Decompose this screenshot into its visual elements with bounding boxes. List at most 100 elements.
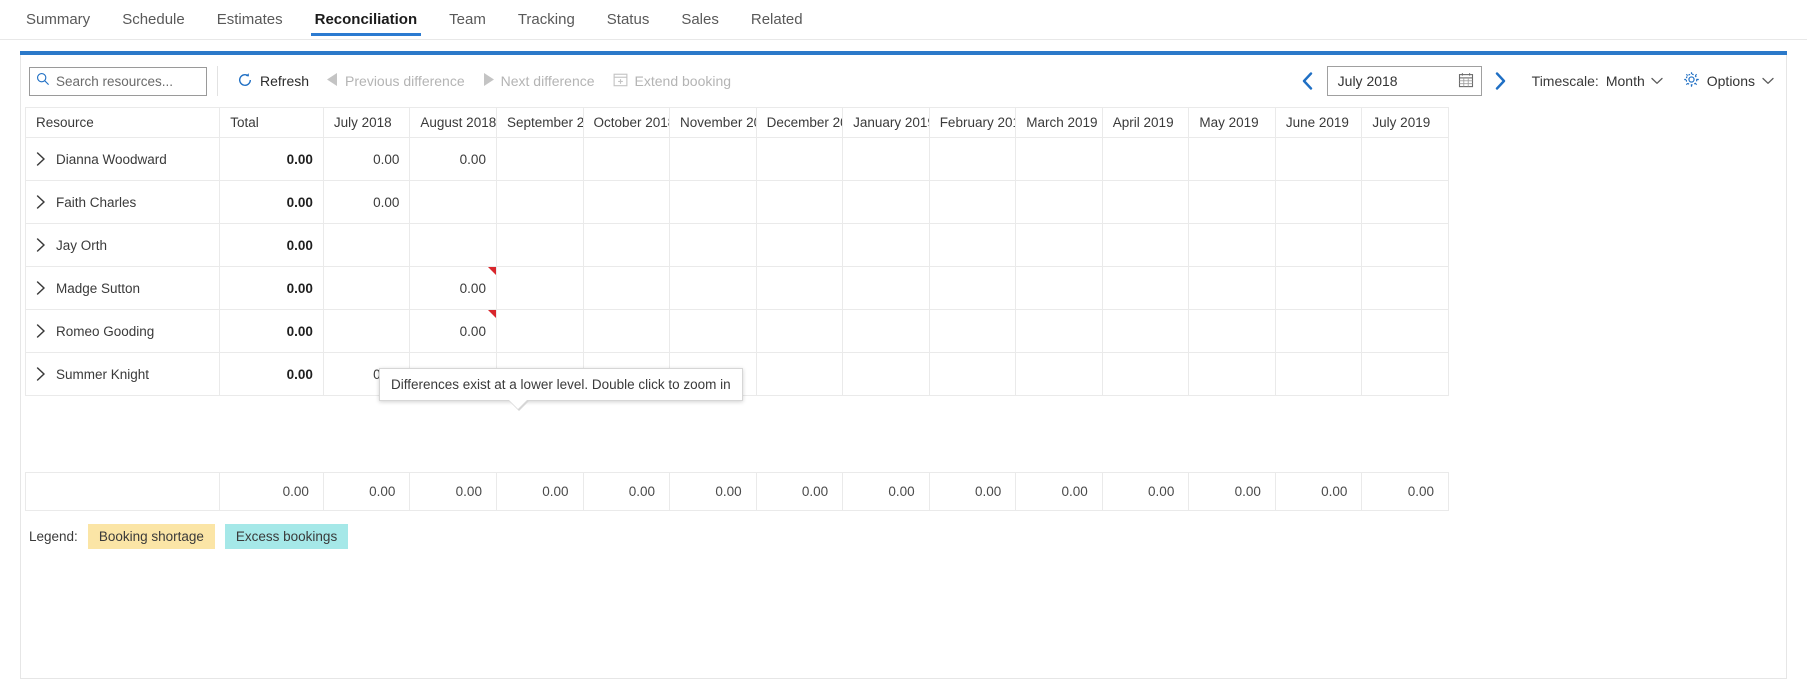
next-difference-button[interactable]: Next difference [474, 65, 604, 97]
period-cell[interactable] [1188, 137, 1276, 181]
period-cell[interactable] [669, 137, 757, 181]
tab-tracking[interactable]: Tracking [502, 0, 591, 40]
resource-cell[interactable]: Summer Knight [24, 352, 221, 396]
period-cell[interactable] [1101, 352, 1190, 396]
period-cell[interactable] [755, 180, 844, 224]
period-cell[interactable] [928, 309, 1017, 353]
period-cell[interactable] [1188, 352, 1276, 396]
period-cell[interactable] [582, 180, 671, 224]
period-cell[interactable] [755, 137, 844, 181]
period-cell[interactable] [495, 266, 584, 310]
period-cell[interactable] [1015, 180, 1103, 224]
chevron-right-icon[interactable] [36, 367, 46, 381]
previous-difference-button[interactable]: Previous difference [318, 65, 474, 97]
period-cell[interactable] [928, 180, 1017, 224]
period-cell[interactable] [669, 223, 757, 267]
tab-status[interactable]: Status [591, 0, 666, 40]
period-cell[interactable] [1188, 180, 1276, 224]
period-cell[interactable] [755, 266, 844, 310]
period-cell[interactable] [842, 137, 930, 181]
next-period-button[interactable] [1486, 65, 1516, 97]
period-cell[interactable] [322, 309, 411, 353]
period-cell[interactable] [1361, 180, 1449, 224]
period-cell[interactable] [1361, 352, 1449, 396]
period-cell[interactable] [755, 223, 844, 267]
resource-cell[interactable]: Romeo Gooding [24, 309, 221, 353]
period-cell[interactable] [1188, 266, 1276, 310]
period-cell[interactable] [1361, 137, 1449, 181]
resource-cell[interactable]: Jay Orth [24, 223, 221, 267]
period-cell[interactable] [928, 352, 1017, 396]
period-cell[interactable]: 0.00 [409, 309, 497, 353]
column-header-april-2019[interactable]: April 2019 [1101, 107, 1190, 138]
chevron-right-icon[interactable] [36, 281, 46, 295]
column-header-july-2018[interactable]: July 2018 [322, 107, 411, 138]
column-header-june-2019[interactable]: June 2019 [1274, 107, 1363, 138]
period-cell[interactable] [1101, 266, 1190, 310]
period-cell[interactable] [669, 309, 757, 353]
total-cell[interactable]: 0.00 [219, 352, 324, 396]
calendar-icon[interactable] [1458, 72, 1474, 91]
tab-related[interactable]: Related [735, 0, 819, 40]
table-row[interactable]: Dianna Woodward 0.00 0.00 0.00 [24, 137, 1449, 181]
column-header-march-2019[interactable]: March 2019 [1015, 107, 1103, 138]
period-cell[interactable] [1015, 266, 1103, 310]
period-cell[interactable] [1274, 352, 1363, 396]
column-header-august-2018[interactable]: August 2018 [409, 107, 497, 138]
period-cell[interactable] [928, 266, 1017, 310]
column-header-september-2018[interactable]: September 2018 [495, 107, 584, 138]
period-cell[interactable] [582, 137, 671, 181]
period-cell[interactable] [755, 352, 844, 396]
period-cell[interactable] [1274, 266, 1363, 310]
tab-schedule[interactable]: Schedule [106, 0, 201, 40]
options-button[interactable]: Options [1683, 71, 1774, 91]
column-header-january-2019[interactable]: January 2019 [842, 107, 930, 138]
period-cell[interactable] [842, 266, 930, 310]
period-cell[interactable] [1188, 309, 1276, 353]
period-cell[interactable] [1188, 223, 1276, 267]
period-cell[interactable] [669, 266, 757, 310]
previous-period-button[interactable] [1293, 65, 1323, 97]
period-cell[interactable] [928, 223, 1017, 267]
period-cell[interactable] [1101, 309, 1190, 353]
period-cell[interactable] [842, 352, 930, 396]
tab-reconciliation[interactable]: Reconciliation [299, 0, 434, 40]
period-cell[interactable] [928, 137, 1017, 181]
period-cell[interactable] [1274, 137, 1363, 181]
period-cell[interactable]: 0.00 [409, 266, 497, 310]
period-cell[interactable]: 0.00 [322, 180, 411, 224]
total-cell[interactable]: 0.00 [219, 309, 324, 353]
period-cell[interactable]: 0.00 [322, 137, 411, 181]
date-picker-input[interactable]: July 2018 [1326, 66, 1482, 96]
period-cell[interactable] [582, 266, 671, 310]
period-cell[interactable] [842, 223, 930, 267]
period-cell[interactable] [495, 309, 584, 353]
column-header-total[interactable]: Total [219, 107, 324, 138]
column-header-october-2018[interactable]: October 2018 [582, 107, 671, 138]
period-cell[interactable] [1361, 266, 1449, 310]
column-header-july-2019[interactable]: July 2019 [1361, 107, 1449, 138]
chevron-right-icon[interactable] [36, 238, 46, 252]
period-cell[interactable] [582, 223, 671, 267]
period-cell[interactable] [1101, 180, 1190, 224]
resource-cell[interactable]: Faith Charles [24, 180, 221, 224]
table-row[interactable]: Jay Orth 0.00 [24, 223, 1449, 267]
period-cell[interactable] [322, 223, 411, 267]
period-cell[interactable] [495, 223, 584, 267]
resource-cell[interactable]: Dianna Woodward [24, 137, 221, 181]
total-cell[interactable]: 0.00 [219, 180, 324, 224]
chevron-right-icon[interactable] [36, 324, 46, 338]
tab-sales[interactable]: Sales [665, 0, 735, 40]
tab-estimates[interactable]: Estimates [201, 0, 299, 40]
column-header-november-2018[interactable]: November 2018 [669, 107, 757, 138]
resource-cell[interactable]: Madge Sutton [24, 266, 221, 310]
column-header-may-2019[interactable]: May 2019 [1188, 107, 1276, 138]
total-cell[interactable]: 0.00 [219, 137, 324, 181]
period-cell[interactable] [409, 180, 497, 224]
extend-booking-button[interactable]: Extend booking [604, 65, 741, 97]
period-cell[interactable] [1015, 137, 1103, 181]
timescale-dropdown[interactable]: Month [1606, 73, 1663, 89]
period-cell[interactable] [322, 266, 411, 310]
table-row[interactable]: Romeo Gooding 0.00 0.00 [24, 309, 1449, 353]
chevron-right-icon[interactable] [36, 195, 46, 209]
